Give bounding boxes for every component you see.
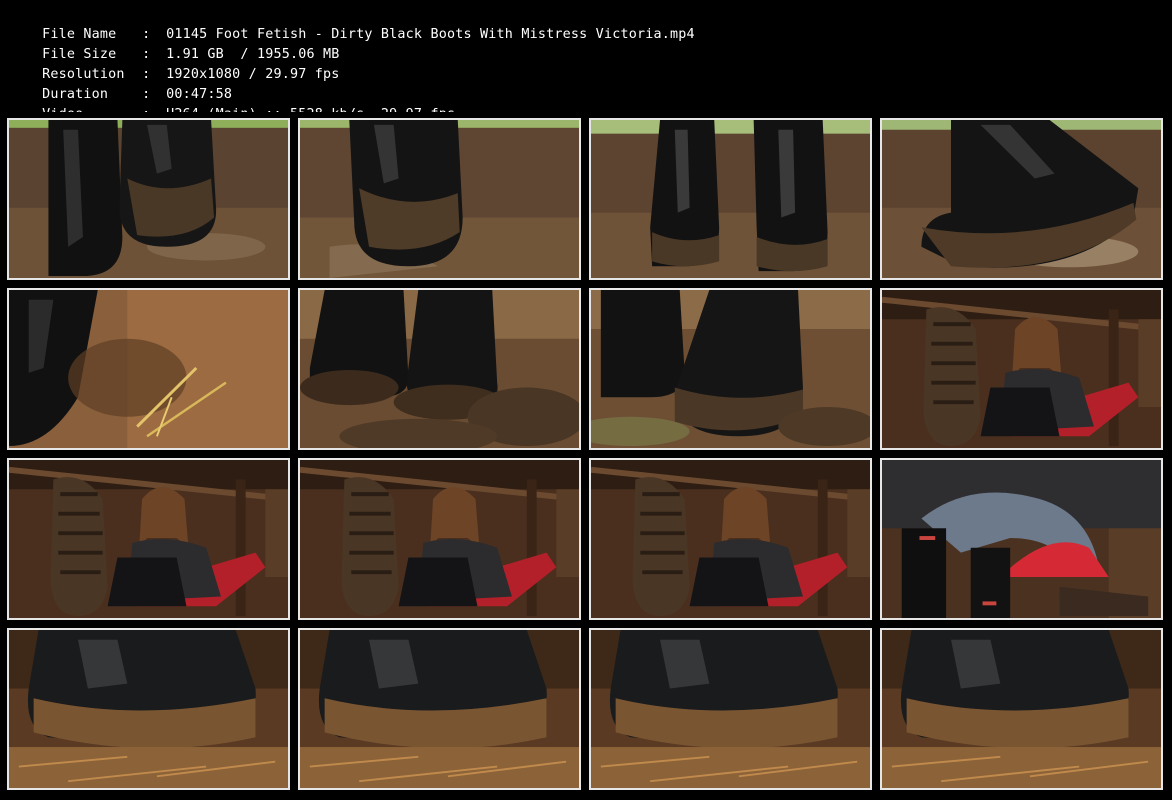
thumbnail-frame [298, 288, 581, 450]
thumbnail-image [9, 460, 288, 618]
thumbnail-frame [589, 458, 872, 620]
thumbnail-frame [7, 288, 290, 450]
thumbnail-frame [7, 628, 290, 790]
duration-row: Duration:00:47:58 [9, 65, 232, 102]
thumbnail-frame [298, 628, 581, 790]
thumbnail-frame [7, 118, 290, 280]
thumbnail-frame [298, 458, 581, 620]
thumbnail-frame [589, 118, 872, 280]
thumbnail-image [9, 120, 288, 278]
thumbnail-frame [880, 288, 1163, 450]
thumbnail-image [300, 630, 579, 788]
thumbnail-frame [880, 458, 1163, 620]
thumbnail-image [300, 460, 579, 618]
file-info-header: File Name:01145 Foot Fetish - Dirty Blac… [0, 0, 1172, 122]
thumbnail-image [9, 290, 288, 448]
file-name-row: File Name:01145 Foot Fetish - Dirty Blac… [9, 5, 695, 42]
thumbnail-frame [7, 458, 290, 620]
thumbnail-image [591, 120, 870, 278]
thumbnail-grid [0, 112, 1172, 800]
thumbnail-frame [298, 118, 581, 280]
thumbnail-frame [880, 118, 1163, 280]
thumbnail-image [591, 630, 870, 788]
thumbnail-frame [589, 288, 872, 450]
thumbnail-image [300, 120, 579, 278]
thumbnail-image [882, 630, 1161, 788]
thumbnail-image [882, 460, 1161, 618]
thumbnail-frame [589, 628, 872, 790]
thumbnail-image [591, 290, 870, 448]
thumbnail-image [9, 630, 288, 788]
thumbnail-image [882, 120, 1161, 278]
resolution-row: Resolution:1920x1080 / 29.97 fps [9, 45, 340, 82]
thumbnail-frame [880, 628, 1163, 790]
thumbnail-image [300, 290, 579, 448]
video-row: Video:H264 (Main) :: 5528 kb/s, 29.97 fp… [9, 85, 455, 122]
file-size-row: File Size:1.91 GB / 1955.06 MB [9, 25, 340, 62]
thumbnail-image [882, 290, 1161, 448]
thumbnail-image [591, 460, 870, 618]
